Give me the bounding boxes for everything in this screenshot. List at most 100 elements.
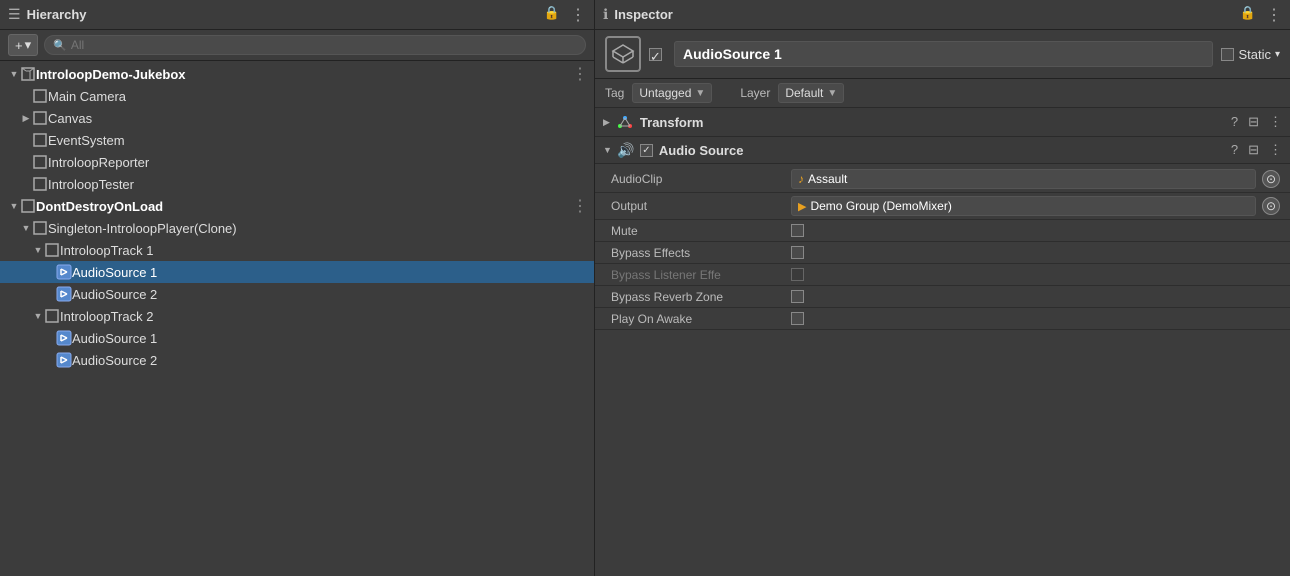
prop-value-bypass-reverb	[791, 290, 1280, 303]
hierarchy-kebab-icon[interactable]: ⋮	[570, 5, 586, 25]
tree-item-audio-source-2a[interactable]: AudioSource 2	[0, 283, 594, 305]
cube-icon-track-2	[44, 308, 60, 324]
prop-value-bypass-effects	[791, 246, 1280, 259]
audio-source-title: Audio Source	[659, 143, 744, 158]
search-box: 🔍	[44, 35, 586, 55]
hierarchy-lock-icon[interactable]: 🔒	[544, 5, 560, 25]
tree-item-singleton[interactable]: ▼ Singleton-IntroloopPlayer(Clone)	[0, 217, 594, 239]
audioclip-field[interactable]: ♪ Assault	[791, 169, 1256, 189]
tree-item-audio-source-2b[interactable]: AudioSource 2	[0, 349, 594, 371]
static-checkbox[interactable]	[1221, 48, 1234, 61]
cube-icon-audio-source-2b	[56, 352, 72, 368]
cube-icon-introloop-reporter	[32, 154, 48, 170]
transform-sliders-icon[interactable]: ⊟	[1248, 114, 1259, 130]
add-button[interactable]: + ▾	[8, 34, 38, 56]
inspector-go-header: ✓ AudioSource 1 Static ▾	[595, 30, 1290, 79]
tag-dropdown-arrow: ▼	[695, 88, 705, 99]
inspector-kebab-icon[interactable]: ⋮	[1266, 5, 1282, 25]
tag-dropdown[interactable]: Untagged ▼	[632, 83, 712, 103]
go-icon	[605, 36, 641, 72]
cube-icon-event-system	[32, 132, 48, 148]
tree-item-introloop-track-1[interactable]: ▼ IntroloopTrack 1	[0, 239, 594, 261]
tree-item-dont-destroy[interactable]: ▼ DontDestroyOnLoad ⋮	[0, 195, 594, 217]
prop-row-output: Output ▶ Demo Group (DemoMixer) ⊙	[595, 193, 1290, 220]
inspector-tab-icons: 🔒 ⋮	[1240, 5, 1282, 25]
tree-item-audio-source-1b[interactable]: AudioSource 1	[0, 327, 594, 349]
label-introloop-track-1: IntroloopTrack 1	[60, 243, 153, 258]
static-label: Static	[1238, 47, 1271, 62]
output-field[interactable]: ▶ Demo Group (DemoMixer)	[791, 196, 1256, 216]
music-note-icon: ♪	[798, 172, 804, 186]
search-input[interactable]	[71, 38, 577, 52]
cube-icon-main-camera	[32, 88, 48, 104]
go-active-checkbox[interactable]: ✓	[649, 48, 662, 61]
go-name-field[interactable]: AudioSource 1	[674, 41, 1213, 67]
prop-label-output: Output	[611, 199, 791, 213]
tree-item-main-camera[interactable]: Main Camera	[0, 85, 594, 107]
bypass-effects-checkbox[interactable]	[791, 246, 804, 259]
layer-dropdown[interactable]: Default ▼	[778, 83, 844, 103]
audioclip-select-btn[interactable]: ⊙	[1262, 170, 1280, 188]
cube-icon-audio-source-2a	[56, 286, 72, 302]
search-icon: 🔍	[53, 39, 67, 52]
tree-container: ▼ IntroloopDemo-Jukebox ⋮ Main Camera ▶ …	[0, 61, 594, 576]
cube-icon-audio-source-1b	[56, 330, 72, 346]
cube-icon-track-1	[44, 242, 60, 258]
cube-icon-introloop-demo	[20, 66, 36, 82]
tree-item-introloop-reporter[interactable]: IntroloopReporter	[0, 151, 594, 173]
kebab-dont-destroy[interactable]: ⋮	[572, 196, 588, 216]
tree-item-introloop-track-2[interactable]: ▼ IntroloopTrack 2	[0, 305, 594, 327]
static-arrow[interactable]: ▾	[1275, 49, 1280, 60]
prop-label-bypass-reverb: Bypass Reverb Zone	[611, 290, 791, 304]
inspector-scroll[interactable]: ▶ Transform ? ⊟ ⋮ ▼ 🔊 ✓ Audio Source	[595, 108, 1290, 576]
transform-title: Transform	[640, 115, 704, 130]
tree-item-introloop-demo[interactable]: ▼ IntroloopDemo-Jukebox ⋮	[0, 63, 594, 85]
triangle-introloop-demo: ▼	[8, 69, 20, 79]
cube-icon-dont-destroy	[20, 198, 36, 214]
triangle-introloop-track-1: ▼	[32, 245, 44, 255]
prop-label-audioclip: AudioClip	[611, 172, 791, 186]
mixer-group-icon: ▶	[798, 200, 806, 213]
audioclip-value: Assault	[808, 172, 847, 186]
inspector-tab: ℹ Inspector 🔒 ⋮	[595, 0, 1290, 30]
prop-label-bypass-effects: Bypass Effects	[611, 246, 791, 260]
label-dont-destroy: DontDestroyOnLoad	[36, 199, 163, 214]
inspector-info-icon: ℹ	[603, 6, 608, 23]
audio-source-sliders-icon[interactable]: ⊟	[1248, 142, 1259, 158]
bypass-listener-checkbox[interactable]	[791, 268, 804, 281]
kebab-introloop-demo[interactable]: ⋮	[572, 64, 588, 84]
transform-help-icon[interactable]: ?	[1231, 114, 1238, 130]
play-on-awake-checkbox[interactable]	[791, 312, 804, 325]
tree-item-audio-source-1[interactable]: AudioSource 1	[0, 261, 594, 283]
tree-item-introloop-tester[interactable]: IntroloopTester	[0, 173, 594, 195]
transform-kebab-icon[interactable]: ⋮	[1269, 114, 1282, 130]
audio-source-icons: ? ⊟ ⋮	[1231, 142, 1282, 158]
audio-source-help-icon[interactable]: ?	[1231, 142, 1238, 158]
audio-source-kebab-icon[interactable]: ⋮	[1269, 142, 1282, 158]
cube-3d-icon	[611, 42, 635, 66]
prop-value-output: ▶ Demo Group (DemoMixer) ⊙	[791, 196, 1280, 216]
mute-checkbox[interactable]	[791, 224, 804, 237]
audio-source-component-header[interactable]: ▼ 🔊 ✓ Audio Source ? ⊟ ⋮	[595, 137, 1290, 164]
static-group: Static ▾	[1221, 47, 1280, 62]
inspector-lock-icon[interactable]: 🔒	[1240, 5, 1256, 25]
output-select-btn[interactable]: ⊙	[1262, 197, 1280, 215]
prop-row-mute: Mute	[595, 220, 1290, 242]
tree-item-event-system[interactable]: EventSystem	[0, 129, 594, 151]
label-audio-source-1: AudioSource 1	[72, 265, 157, 280]
transform-icons: ? ⊟ ⋮	[1231, 114, 1282, 130]
inspector-panel: ℹ Inspector 🔒 ⋮ ✓ AudioSource 1 Static ▾	[595, 0, 1290, 576]
audio-source-icon: 🔊	[618, 142, 634, 158]
tree-item-canvas[interactable]: ▶ Canvas	[0, 107, 594, 129]
audio-source-enabled-checkbox[interactable]: ✓	[640, 144, 653, 157]
transform-component-header[interactable]: ▶ Transform ? ⊟ ⋮	[595, 108, 1290, 137]
audio-source-collapse-arrow: ▼	[603, 145, 612, 155]
transform-icon	[616, 113, 634, 131]
cube-icon-audio-source-1	[56, 264, 72, 280]
label-canvas: Canvas	[48, 111, 92, 126]
prop-row-play-on-awake: Play On Awake	[595, 308, 1290, 330]
hierarchy-toolbar: + ▾ 🔍	[0, 30, 594, 61]
bypass-reverb-checkbox[interactable]	[791, 290, 804, 303]
layer-value: Default	[785, 86, 823, 100]
hierarchy-tab: ☰ Hierarchy 🔒 ⋮	[0, 0, 594, 30]
